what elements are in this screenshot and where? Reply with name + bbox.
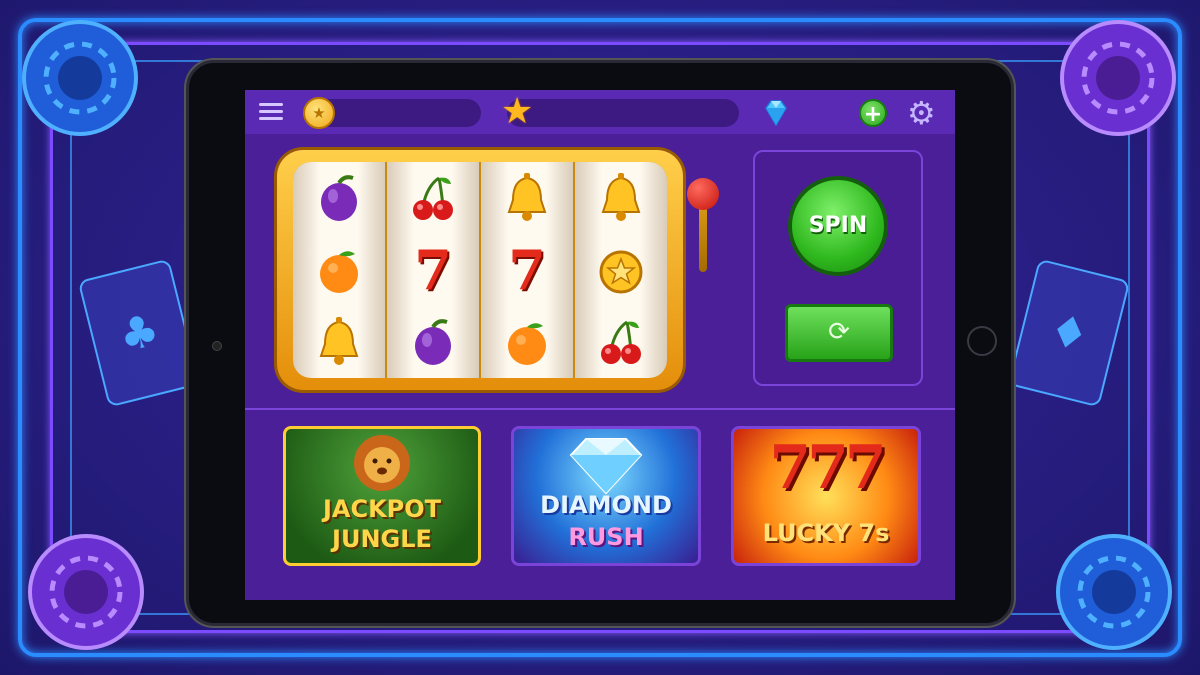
game-title-line2: RUSH [568,523,644,551]
game-title-line1: JACKPOT [322,495,442,523]
orange-icon [481,306,573,378]
cherry-icon [387,162,479,234]
game-tile-lucky-7s[interactable]: 777 LUCKY 7s [731,426,921,566]
poker-chip-icon [20,18,140,138]
xp-progress-bar [507,99,739,127]
poker-chip-icon [1054,532,1174,652]
poker-chip-icon [26,532,146,652]
lever-handle[interactable] [687,178,719,210]
spin-button[interactable]: SPIN [788,176,888,276]
cherry-icon [575,306,667,378]
game-title-line2: JUNGLE [332,525,432,553]
add-gems-button[interactable]: + [859,99,887,127]
slot-machine: 7 7 [277,150,683,390]
seven-symbol: 7 [508,238,546,302]
game-title-line1: 777 [769,433,886,503]
diamond-icon [569,438,643,495]
plum-icon [387,306,479,378]
reel-3: 7 [481,162,573,378]
game-title-line2: LUCKY 7s [762,519,890,547]
orange-icon [293,234,385,306]
game-tile-jackpot-jungle[interactable]: JACKPOT JUNGLE [283,426,481,566]
menu-icon[interactable] [259,103,283,121]
bell-icon [293,306,385,378]
star-icon: ★ [501,91,534,132]
autospin-button[interactable]: ⟳ [785,304,893,362]
game-screen: ★ ★ + ⚙ 7 7 SPIN ⟳ JACKPOT JUNGLE DIAMON… [245,90,955,600]
seven-symbol: 7 [414,238,452,302]
poker-chip-icon [1058,18,1178,138]
reel-1 [293,162,385,378]
camera-dot [212,341,222,351]
gear-icon[interactable]: ⚙ [907,96,936,130]
game-tile-diamond-rush[interactable]: DIAMOND RUSH [511,426,701,566]
home-button[interactable] [967,326,997,356]
game-title-line1: DIAMOND [540,491,672,519]
plum-icon [293,162,385,234]
reel-2: 7 [387,162,479,378]
star-coin-icon [575,234,667,306]
top-bar: ★ ★ + ⚙ [245,90,955,134]
bell-icon [481,162,573,234]
bell-icon [575,162,667,234]
section-divider [245,408,955,410]
gem-icon [760,97,792,129]
reel-window: 7 7 [293,162,667,378]
coin-icon: ★ [303,97,335,129]
reel-4 [575,162,667,378]
lion-icon [354,435,410,491]
